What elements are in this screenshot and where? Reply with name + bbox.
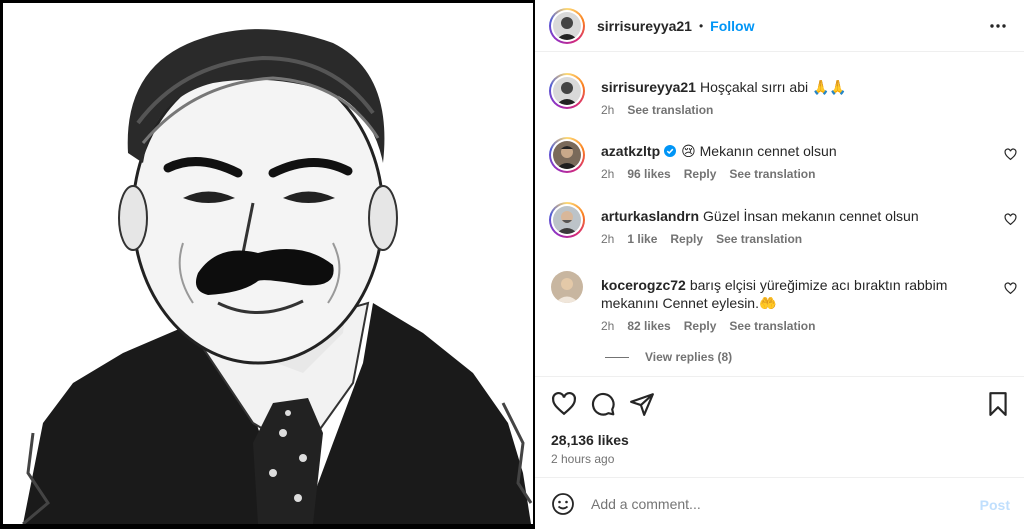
avatar[interactable] — [549, 202, 585, 238]
comment-text: arturkaslandrn Güzel İnsan mekanın cennet… — [601, 207, 991, 225]
comment-input[interactable] — [591, 495, 951, 512]
avatar[interactable] — [549, 137, 585, 173]
comment-time[interactable]: 2h — [601, 232, 614, 246]
avatar[interactable] — [549, 73, 585, 109]
view-replies-label: View replies (8) — [645, 350, 733, 364]
comment-composer: Post — [535, 477, 1024, 529]
replies-divider — [605, 356, 629, 358]
comment-likes[interactable]: 96 likes — [627, 167, 670, 181]
comment-likes[interactable]: 82 likes — [627, 319, 670, 333]
see-translation-link[interactable]: See translation — [716, 232, 802, 246]
comment-time[interactable]: 2h — [601, 319, 614, 333]
comment-body: Mekanın cennet olsun — [699, 143, 837, 159]
comment-username[interactable]: sirrisureyya21 — [601, 79, 696, 95]
comment-time[interactable]: 2h — [601, 167, 614, 181]
more-icon[interactable] — [986, 14, 1010, 38]
avatar[interactable] — [551, 271, 583, 303]
post-header: sirrisureyya21 • Follow — [535, 0, 1024, 52]
comment-username[interactable]: azatkzltp — [601, 143, 660, 159]
comment-text: kocerogzc72 barış elçisi yüreğimize acı b… — [601, 276, 991, 312]
action-bar: 28,136 likes 2 hours ago — [535, 376, 1024, 486]
heart-icon[interactable] — [1004, 213, 1017, 226]
comment-emoji: 😢 — [681, 143, 696, 159]
post-button[interactable]: Post — [980, 497, 1010, 513]
comment-body: Hoşçakal sırrı abi 🙏🙏 — [699, 79, 847, 95]
reply-button[interactable]: Reply — [684, 167, 717, 181]
author-username[interactable]: sirrisureyya21 — [597, 18, 692, 34]
separator-dot: • — [698, 18, 704, 33]
comment-text: azatkzltp 😢 Mekanın cennet olsun — [601, 142, 991, 160]
comment-time[interactable]: 2h — [601, 103, 614, 117]
reply-button[interactable]: Reply — [684, 319, 717, 333]
post-time[interactable]: 2 hours ago — [551, 452, 614, 466]
comment-text: sirrisureyya21 Hoşçakal sırrı abi 🙏🙏 — [601, 78, 991, 96]
post-modal: sirrisureyya21 • Follow sirrisureyya21 Ho… — [0, 0, 1024, 529]
see-translation-link[interactable]: See translation — [729, 319, 815, 333]
post-image[interactable] — [3, 3, 533, 524]
view-replies-button[interactable]: View replies (8) — [605, 350, 732, 364]
share-icon[interactable] — [629, 391, 655, 417]
comment-likes[interactable]: 1 like — [627, 232, 657, 246]
reply-button[interactable]: Reply — [670, 232, 703, 246]
comment-username[interactable]: kocerogzc72 — [601, 277, 686, 293]
comment-body: Güzel İnsan mekanın cennet olsun — [703, 208, 919, 224]
heart-icon[interactable] — [551, 391, 577, 417]
bookmark-icon[interactable] — [985, 391, 1011, 417]
emoji-icon[interactable] — [551, 492, 575, 516]
heart-icon[interactable] — [1004, 282, 1017, 295]
comments-list: sirrisureyya21 Hoşçakal sırrı abi 🙏🙏 2h S… — [535, 53, 1024, 375]
see-translation-link[interactable]: See translation — [729, 167, 815, 181]
heart-icon[interactable] — [1004, 148, 1017, 161]
likes-count[interactable]: 28,136 likes — [551, 432, 629, 448]
post-side-panel: sirrisureyya21 • Follow sirrisureyya21 Ho… — [535, 0, 1024, 529]
verified-icon — [664, 145, 677, 157]
comment-icon[interactable] — [590, 391, 616, 417]
follow-button[interactable]: Follow — [710, 18, 754, 34]
comment-username[interactable]: arturkaslandrn — [601, 208, 699, 224]
author-avatar[interactable] — [549, 7, 585, 44]
see-translation-link[interactable]: See translation — [627, 103, 713, 117]
